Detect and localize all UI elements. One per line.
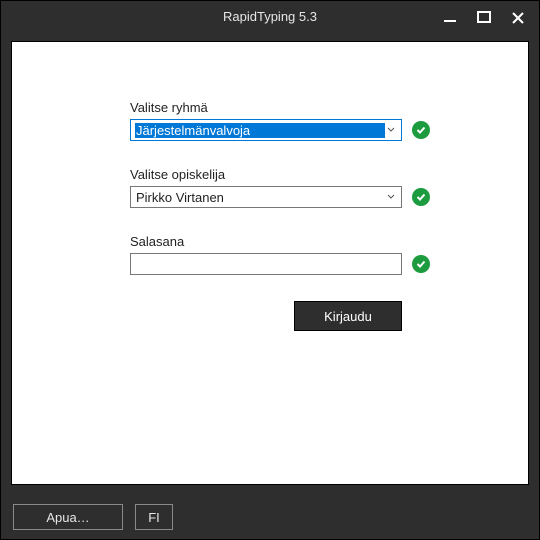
student-select-value: Pirkko Virtanen: [135, 190, 385, 205]
login-button[interactable]: Kirjaudu: [294, 301, 402, 331]
footer: Apua… FI: [1, 495, 539, 539]
check-icon: [415, 258, 427, 270]
login-form: Valitse ryhmä Järjestelmänvalvoja: [130, 100, 440, 331]
language-button-label: FI: [148, 510, 160, 525]
submit-row: Kirjaudu: [130, 301, 440, 331]
password-valid-icon: [412, 255, 430, 273]
help-button[interactable]: Apua…: [13, 504, 123, 530]
minimize-icon: [442, 10, 458, 26]
group-select-value: Järjestelmänvalvoja: [135, 123, 385, 138]
minimize-button[interactable]: [433, 1, 467, 35]
maximize-icon: [475, 9, 493, 27]
chevron-down-icon: [385, 193, 397, 201]
student-row: Pirkko Virtanen: [130, 186, 440, 208]
check-icon: [415, 191, 427, 203]
password-row: [130, 253, 440, 275]
group-label: Valitse ryhmä: [130, 100, 440, 115]
group-valid-icon: [412, 121, 430, 139]
language-button[interactable]: FI: [135, 504, 173, 530]
close-button[interactable]: [501, 1, 535, 35]
close-icon: [510, 10, 526, 26]
password-input[interactable]: [130, 253, 402, 275]
check-icon: [415, 124, 427, 136]
chevron-down-icon: [385, 126, 397, 134]
student-label: Valitse opiskelija: [130, 167, 440, 182]
help-button-label: Apua…: [46, 510, 89, 525]
maximize-button[interactable]: [467, 1, 501, 35]
group-select[interactable]: Järjestelmänvalvoja: [130, 119, 402, 141]
password-label: Salasana: [130, 234, 440, 249]
password-field: Salasana: [130, 234, 440, 275]
client-area: Valitse ryhmä Järjestelmänvalvoja: [11, 41, 529, 485]
titlebar: RapidTyping 5.3: [1, 1, 539, 35]
student-select[interactable]: Pirkko Virtanen: [130, 186, 402, 208]
app-window: RapidTyping 5.3 Valits: [0, 0, 540, 540]
login-button-label: Kirjaudu: [324, 309, 372, 324]
window-controls: [433, 1, 535, 35]
group-row: Järjestelmänvalvoja: [130, 119, 440, 141]
student-valid-icon: [412, 188, 430, 206]
student-field: Valitse opiskelija Pirkko Virtanen: [130, 167, 440, 208]
group-field: Valitse ryhmä Järjestelmänvalvoja: [130, 100, 440, 141]
